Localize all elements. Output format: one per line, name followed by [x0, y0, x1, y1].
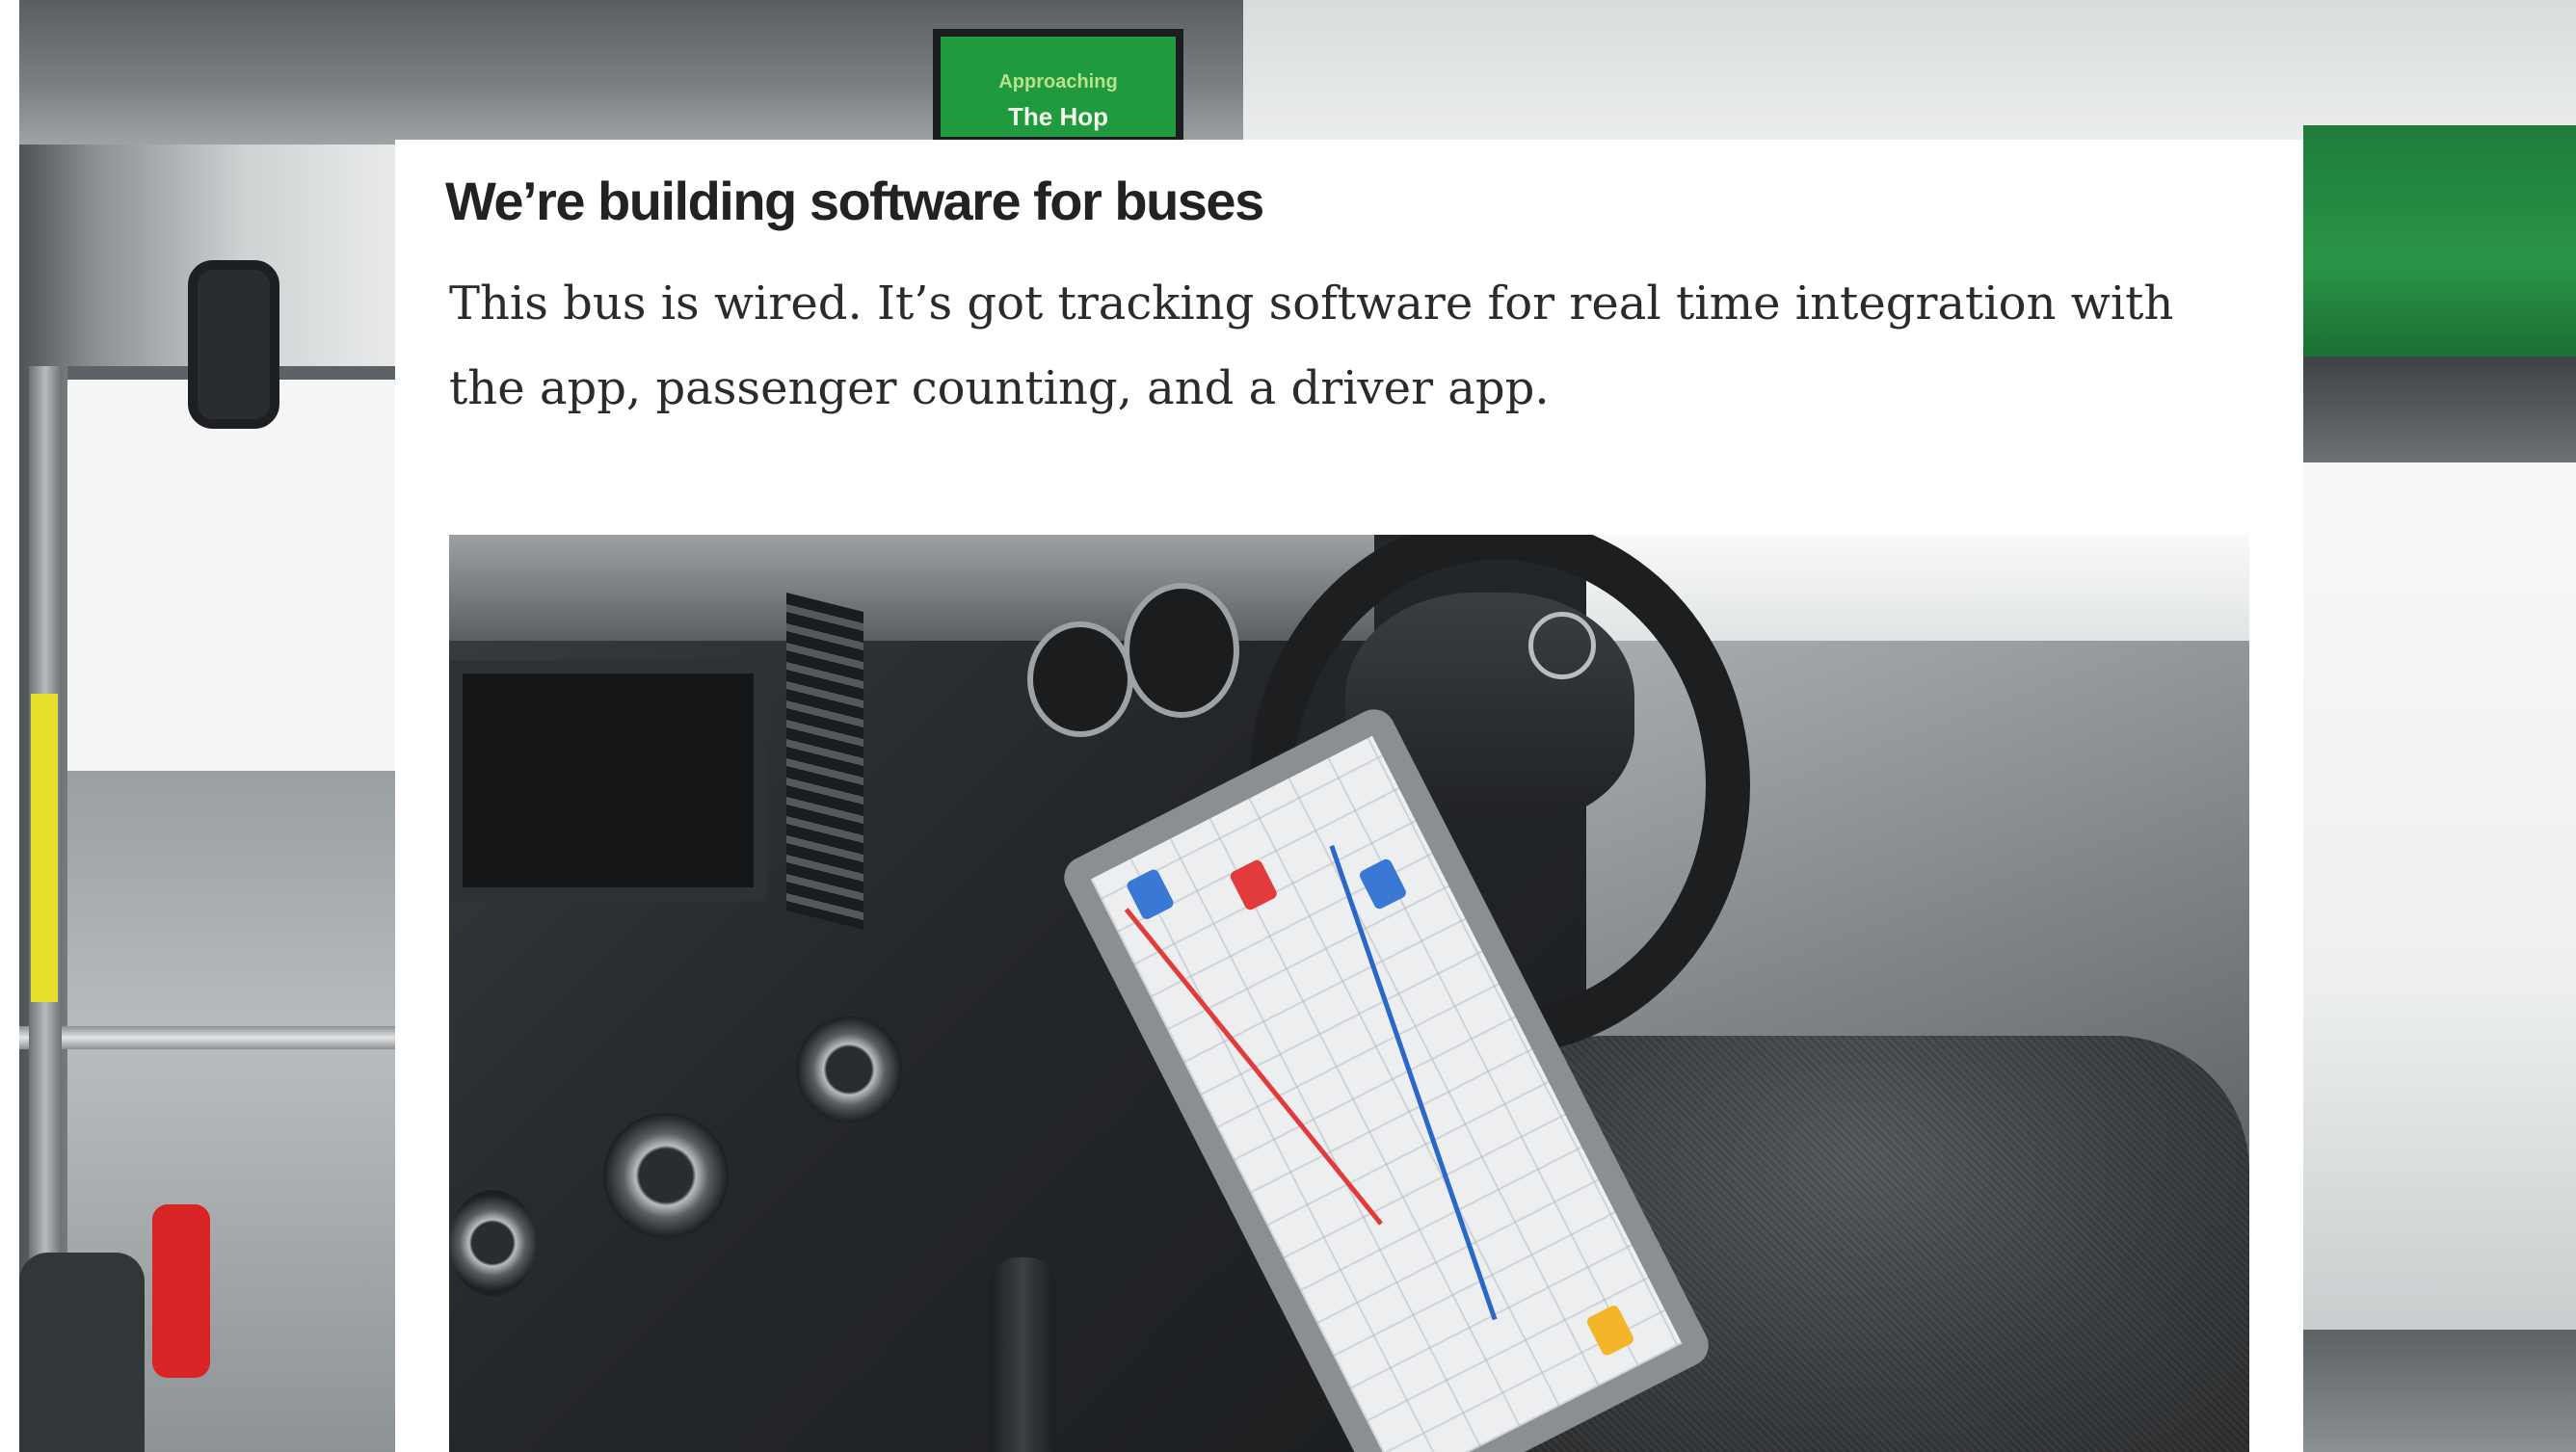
air-vent — [786, 593, 863, 930]
control-knob — [449, 1190, 536, 1296]
next-stop-sign-stop-name: The Hop — [1008, 102, 1108, 131]
grab-rail — [19, 1026, 395, 1049]
bus-cockpit-with-tablet-image — [449, 535, 2249, 1452]
next-stop-sign-status: Approaching — [998, 71, 1118, 92]
gauge — [1124, 583, 1239, 718]
left-edge — [0, 0, 19, 1452]
bus-right-lower-panel — [2303, 1330, 2576, 1452]
bus-seat — [19, 1253, 145, 1452]
bus-right-green-panel — [2303, 125, 2576, 356]
article-body: This bus is wired. It’s got tracking sof… — [449, 277, 2174, 415]
car-logo-icon — [1528, 612, 1596, 679]
gauge — [1027, 621, 1133, 737]
bus-ceiling-right — [1243, 0, 2576, 145]
gear-stick — [989, 1257, 1056, 1452]
fire-extinguisher — [152, 1204, 210, 1378]
dashboard-top — [449, 535, 1374, 641]
article-title: We’re building software for buses — [445, 171, 1264, 231]
grab-pole-yellow-band — [31, 694, 58, 1002]
mirror — [188, 260, 279, 429]
control-knob — [603, 1113, 729, 1238]
bus-right-window — [2303, 462, 2576, 1330]
next-stop-sign: Approaching The Hop — [933, 29, 1183, 145]
bus-right-window-frame — [2303, 356, 2576, 462]
article-card: We’re building software for buses This b… — [395, 140, 2303, 1452]
control-knob — [796, 1016, 902, 1122]
radio-slot — [449, 660, 767, 901]
